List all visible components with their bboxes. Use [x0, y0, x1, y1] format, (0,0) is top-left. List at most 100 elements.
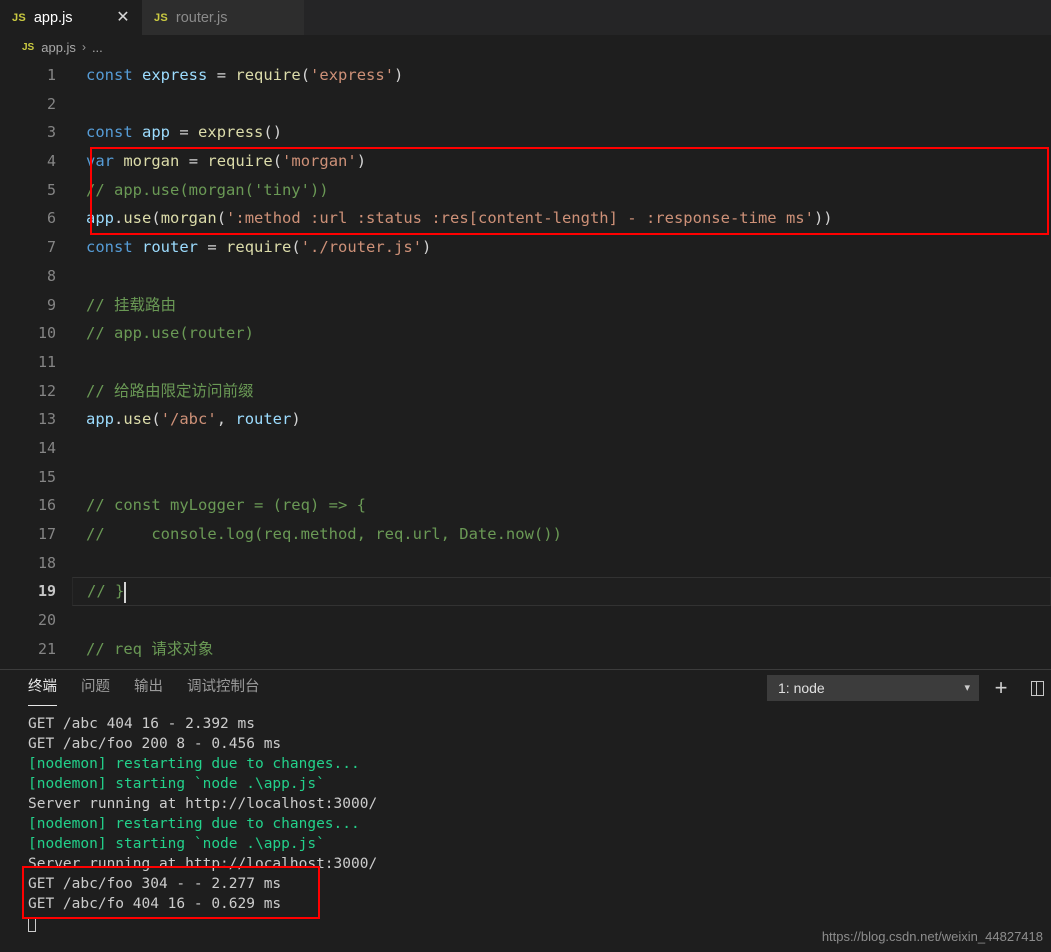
code-token: )	[422, 238, 432, 257]
line-number: 21	[37, 639, 56, 658]
code-line[interactable]: 19 // }	[0, 577, 1051, 607]
code-token: (	[300, 66, 311, 84]
panel-header: 终端 问题 输出 调试控制台 1: node ▾ +	[0, 670, 1051, 706]
code-line-content[interactable]: app.use(morgan(':method :url :status :re…	[72, 204, 1051, 233]
code-line[interactable]: 13 app.use('/abc', router)	[0, 405, 1051, 434]
split-terminal-button[interactable]	[1023, 674, 1051, 702]
vscode-window: JS app.js ✕ JS router.js JS app.js › ...…	[0, 0, 1051, 952]
line-number: 20	[37, 611, 56, 630]
code-line-content[interactable]: var morgan = require('morgan')	[72, 147, 1051, 176]
terminal-selector-dropdown[interactable]: 1: node ▾	[767, 675, 979, 701]
editor-tab-app-js[interactable]: JS app.js ✕	[0, 0, 142, 35]
code-token: (	[272, 152, 283, 171]
code-token: // 给路由限定访问前缀	[86, 381, 254, 400]
panel-tab-terminal[interactable]: 终端	[28, 677, 57, 706]
code-line[interactable]: 1 const express = require('express')	[0, 61, 1051, 90]
code-token: // const myLogger = (req) => {	[86, 496, 366, 515]
code-line-content[interactable]: const app = express()	[72, 118, 1051, 147]
code-line-content[interactable]: // const myLogger = (req) => {	[72, 491, 1051, 520]
code-token: =	[207, 238, 217, 257]
tab-bar-empty-area	[304, 0, 1051, 35]
line-number: 4	[46, 152, 56, 171]
code-token: .	[114, 410, 124, 429]
code-line[interactable]: 21 // req 请求对象	[0, 635, 1051, 664]
split-terminal-icon	[1030, 680, 1044, 696]
panel-tab-debug-console[interactable]: 调试控制台	[187, 677, 260, 699]
line-number: 16	[37, 496, 56, 515]
editor-tab-router-js[interactable]: JS router.js	[142, 0, 304, 35]
js-file-icon: JS	[154, 11, 168, 24]
code-line-content[interactable]: // app.use(router)	[72, 319, 1051, 348]
terminal-line: GET /abc/foo 200 8 - 0.456 ms	[28, 736, 282, 752]
line-number: 1	[46, 66, 56, 84]
breadcrumb[interactable]: JS app.js › ...	[0, 35, 1051, 59]
code-line[interactable]: 16 // const myLogger = (req) => {	[0, 491, 1051, 520]
code-line[interactable]: 2	[0, 90, 1051, 119]
code-line-content[interactable]: // app.use(morgan('tiny'))	[72, 176, 1051, 205]
code-token: app	[142, 123, 171, 142]
code-line-content[interactable]: // req 请求对象	[72, 635, 1051, 664]
code-token: // 挂载路由	[86, 295, 176, 314]
code-line[interactable]: 18	[0, 549, 1051, 578]
breadcrumb-more[interactable]: ...	[92, 40, 103, 55]
code-line[interactable]: 12 // 给路由限定访问前缀	[0, 377, 1051, 406]
line-number: 9	[46, 295, 56, 314]
terminal-selector-value: 1: node	[778, 680, 825, 696]
line-number: 10	[37, 324, 56, 343]
code-line[interactable]: 7 const router = require('./router.js')	[0, 233, 1051, 262]
terminal-cursor	[28, 917, 36, 932]
code-line[interactable]: 6 app.use(morgan(':method :url :status :r…	[0, 204, 1051, 233]
code-line[interactable]: 14	[0, 434, 1051, 463]
code-token: const	[86, 66, 133, 84]
code-line[interactable]: 8	[0, 262, 1051, 291]
code-line-content[interactable]: // console.log(req.method, req.url, Date…	[72, 520, 1051, 549]
code-lines[interactable]: 1 const express = require('express') 2 3 con…	[0, 59, 1051, 663]
code-line-content[interactable]: // }	[72, 577, 1051, 607]
line-number: 3	[46, 123, 56, 142]
terminal-line: GET /abc/foo 304 - - 2.277 ms	[28, 876, 282, 892]
code-token: morgan	[123, 152, 180, 171]
code-line-content[interactable]: app.use('/abc', router)	[72, 405, 1051, 434]
code-token: .	[114, 209, 124, 228]
code-line[interactable]: 11	[0, 348, 1051, 377]
code-line[interactable]: 15	[0, 463, 1051, 492]
line-number: 14	[37, 438, 56, 457]
code-token: // app.use(morgan('tiny'))	[86, 180, 329, 199]
code-line-content[interactable]: // 挂载路由	[72, 291, 1051, 320]
close-icon[interactable]: ✕	[114, 9, 132, 27]
editor-tab-label: router.js	[175, 9, 228, 26]
code-token: )	[394, 66, 404, 84]
line-number: 15	[37, 467, 56, 486]
code-line[interactable]: 3 const app = express()	[0, 118, 1051, 147]
code-editor[interactable]: 1 const express = require('express') 2 3 con…	[0, 59, 1051, 669]
line-number: 2	[46, 94, 56, 113]
panel-tab-output[interactable]: 输出	[134, 677, 163, 699]
code-token: (	[291, 238, 301, 257]
terminal-line: [nodemon] starting `node .\app.js`	[28, 836, 325, 852]
breadcrumb-file[interactable]: app.js	[41, 40, 76, 55]
panel-actions: 1: node ▾ +	[767, 670, 1051, 706]
code-token: 'morgan'	[282, 152, 357, 171]
editor-tab-bar: JS app.js ✕ JS router.js	[0, 0, 1051, 35]
code-line[interactable]: 4 var morgan = require('morgan')	[0, 147, 1051, 176]
terminal-line: [nodemon] restarting due to changes...	[28, 816, 360, 832]
code-line[interactable]: 20	[0, 606, 1051, 635]
terminal-output[interactable]: GET /abc 404 16 - 2.392 ms GET /abc/foo 2…	[0, 706, 1051, 952]
line-number: 12	[37, 381, 56, 400]
code-line-content[interactable]: // 给路由限定访问前缀	[72, 377, 1051, 406]
code-token: require	[207, 152, 273, 171]
code-line[interactable]: 5 // app.use(morgan('tiny'))	[0, 176, 1051, 205]
code-line-content[interactable]: const router = require('./router.js')	[72, 233, 1051, 262]
code-line[interactable]: 9 // 挂载路由	[0, 291, 1051, 320]
new-terminal-button[interactable]: +	[987, 674, 1015, 702]
terminal-line: [nodemon] restarting due to changes...	[28, 756, 360, 772]
code-line-content[interactable]: const express = require('express')	[72, 61, 1051, 90]
watermark: https://blog.csdn.net/weixin_44827418	[821, 929, 1043, 944]
code-token: app	[86, 410, 114, 429]
code-line[interactable]: 17 // console.log(req.method, req.url, Da…	[0, 520, 1051, 549]
panel-tab-problems[interactable]: 问题	[81, 677, 110, 699]
terminal-lines: GET /abc 404 16 - 2.392 ms GET /abc/foo 2…	[28, 714, 1051, 914]
code-line[interactable]: 10 // app.use(router)	[0, 319, 1051, 348]
